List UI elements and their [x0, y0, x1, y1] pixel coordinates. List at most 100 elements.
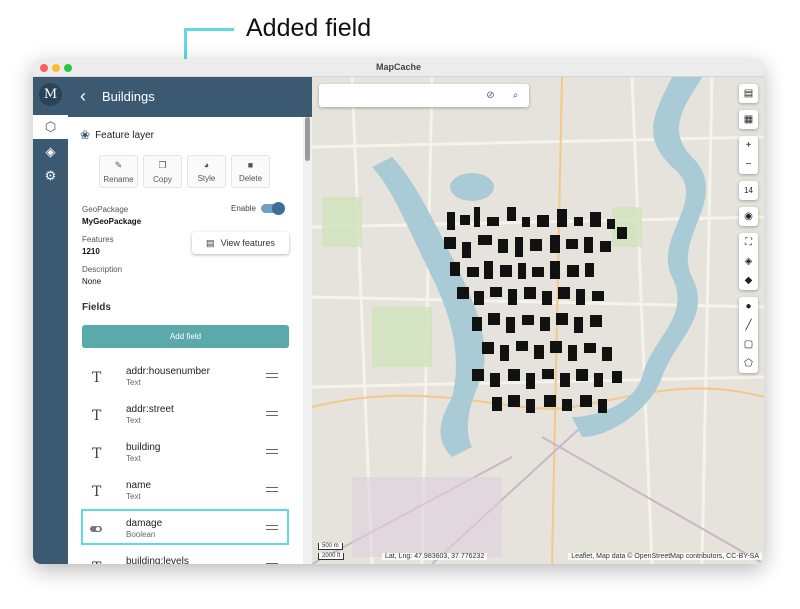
view-features-label: View features — [220, 238, 275, 248]
zoom-control: + − — [739, 136, 758, 174]
geopackage-label: GeoPackage — [82, 205, 129, 214]
layer-type-row: ❀ Feature layer — [80, 127, 154, 143]
search-bar: ⊘ ⌕ — [319, 84, 529, 107]
draw-controls: ● ╱ ▢ ⬠ — [739, 297, 758, 373]
zoom-level-display: 14 — [739, 181, 758, 200]
zoom-in-icon[interactable]: + — [739, 136, 758, 155]
style-button[interactable]: ◕ Style — [187, 155, 226, 188]
title-bar: MapCache — [33, 59, 764, 77]
trash-icon: ■ — [247, 160, 254, 170]
layer-controls: ⛶ ◈ ◆ — [739, 233, 758, 290]
text-type-icon: T — [92, 560, 101, 564]
field-row[interactable]: T addr:housenumber Text — [82, 364, 289, 396]
grid-icon[interactable]: ▦ — [739, 110, 758, 129]
enable-toggle[interactable] — [261, 202, 285, 215]
cursor-coordinates: Lat, Lng: 47.983603, 37.776232 — [382, 553, 488, 560]
drawer-header: ‹ Buildings — [68, 77, 312, 117]
added-field-highlight — [81, 509, 289, 545]
search-input[interactable] — [325, 88, 475, 103]
settings-icon[interactable]: ⚙ — [33, 164, 68, 188]
text-type-icon: T — [92, 408, 102, 424]
scale-bar-imperial: 2000 ft — [318, 553, 345, 560]
drag-handle-icon[interactable] — [266, 449, 278, 454]
map-view[interactable]: ⊘ ⌕ ▤ ▦ + − 14 ◉ ⛶ ◈ ◆ ● ╱ ▢ ⬠ 500 m 200… — [312, 77, 764, 564]
camera-icon[interactable]: ◉ — [739, 207, 758, 226]
grid-control: ▦ — [739, 110, 758, 129]
rename-button[interactable]: ✎ Rename — [99, 155, 138, 188]
field-row[interactable]: T building Text — [82, 440, 289, 472]
annotation-leader-line-top — [184, 28, 234, 31]
layers-off-icon[interactable]: ◈ — [739, 252, 758, 271]
field-row[interactable]: T addr:street Text — [82, 402, 289, 434]
basemap-control: ▤ — [739, 84, 758, 103]
copy-button[interactable]: ❐ Copy — [143, 155, 182, 188]
app-logo: M — [39, 83, 62, 106]
scale-bar-metric: 500 m — [318, 543, 343, 550]
field-row[interactable]: T name Text — [82, 478, 289, 510]
pencil-icon: ✎ — [114, 160, 123, 170]
drag-handle-icon[interactable] — [266, 487, 278, 492]
geopackage-value: MyGeoPackage — [82, 217, 142, 226]
zoom-level: 14 — [744, 186, 753, 195]
navigation-rail: M ⬡ ◈ ⚙ — [33, 77, 68, 564]
text-type-icon: T — [92, 370, 102, 386]
field-type: Text — [126, 416, 141, 425]
rectangle-icon[interactable]: ▢ — [739, 335, 758, 354]
field-name: building — [126, 442, 161, 453]
polyline-icon[interactable]: ╱ — [739, 316, 758, 335]
screenshot-control: ◉ — [739, 207, 758, 226]
annotation-label: Added field — [246, 14, 372, 42]
back-arrow-icon[interactable]: ‹ — [80, 86, 86, 107]
features-label: Features — [82, 235, 114, 244]
layer-title: Buildings — [102, 89, 155, 104]
layers-icon[interactable]: ◈ — [33, 140, 68, 164]
layer-details-panel: ❀ Feature layer ✎ Rename ❐ Copy ◕ Style … — [68, 117, 312, 564]
scroll-thumb[interactable] — [305, 117, 310, 161]
rename-label: Rename — [103, 175, 134, 184]
drag-handle-icon[interactable] — [266, 373, 278, 378]
table-icon: ▤ — [206, 237, 215, 248]
field-name: addr:housenumber — [126, 366, 210, 377]
app-window: MapCache M ⬡ ◈ ⚙ ‹ Buildings ❀ Feature l… — [33, 59, 764, 564]
drag-handle-icon[interactable] — [266, 563, 278, 564]
search-icon[interactable]: ⌕ — [508, 88, 523, 103]
copy-icon: ❐ — [158, 160, 167, 170]
map-canvas — [312, 77, 764, 564]
style-label: Style — [197, 174, 216, 183]
add-field-button[interactable]: Add field — [82, 325, 289, 348]
description-label: Description — [82, 265, 123, 274]
map-attribution[interactable]: Leaflet, Map data © OpenStreetMap contri… — [568, 553, 762, 560]
palette-icon: ◕ — [203, 160, 210, 170]
panel-scrollbar[interactable] — [303, 117, 312, 564]
marker-icon[interactable]: ● — [739, 297, 758, 316]
layers-reorder-icon[interactable]: ◆ — [739, 271, 758, 290]
copy-label: Copy — [153, 175, 172, 184]
text-type-icon: T — [92, 446, 102, 462]
fields-heading: Fields — [82, 302, 111, 313]
enable-label: Enable — [231, 204, 256, 213]
field-name: addr:street — [126, 404, 174, 415]
view-features-button[interactable]: ▤ View features — [192, 232, 289, 254]
drag-handle-icon[interactable] — [266, 411, 278, 416]
clear-filter-icon[interactable]: ⊘ — [483, 88, 498, 103]
field-type: Text — [126, 454, 141, 463]
toggle-knob — [272, 202, 285, 215]
description-value: None — [82, 277, 102, 286]
delete-label: Delete — [238, 174, 263, 183]
window-title: MapCache — [375, 62, 421, 72]
features-count: 1210 — [82, 247, 100, 256]
field-row[interactable]: T building:levels — [82, 554, 289, 564]
field-type: Text — [126, 492, 141, 501]
fit-bounds-icon[interactable]: ⛶ — [739, 233, 758, 252]
field-name: building:levels — [126, 556, 189, 564]
delete-button[interactable]: ■ Delete — [231, 155, 270, 188]
field-name: name — [126, 480, 152, 491]
field-type: Text — [126, 378, 141, 387]
layer-type-label: Feature layer — [95, 129, 154, 141]
map-icon[interactable]: ▤ — [739, 84, 758, 103]
zoom-out-icon[interactable]: − — [739, 155, 758, 174]
cube-icon[interactable]: ⬡ — [33, 115, 68, 139]
polygon-icon[interactable]: ⬠ — [739, 354, 758, 373]
text-type-icon: T — [92, 484, 102, 500]
feature-layer-icon: ❀ — [80, 128, 91, 142]
